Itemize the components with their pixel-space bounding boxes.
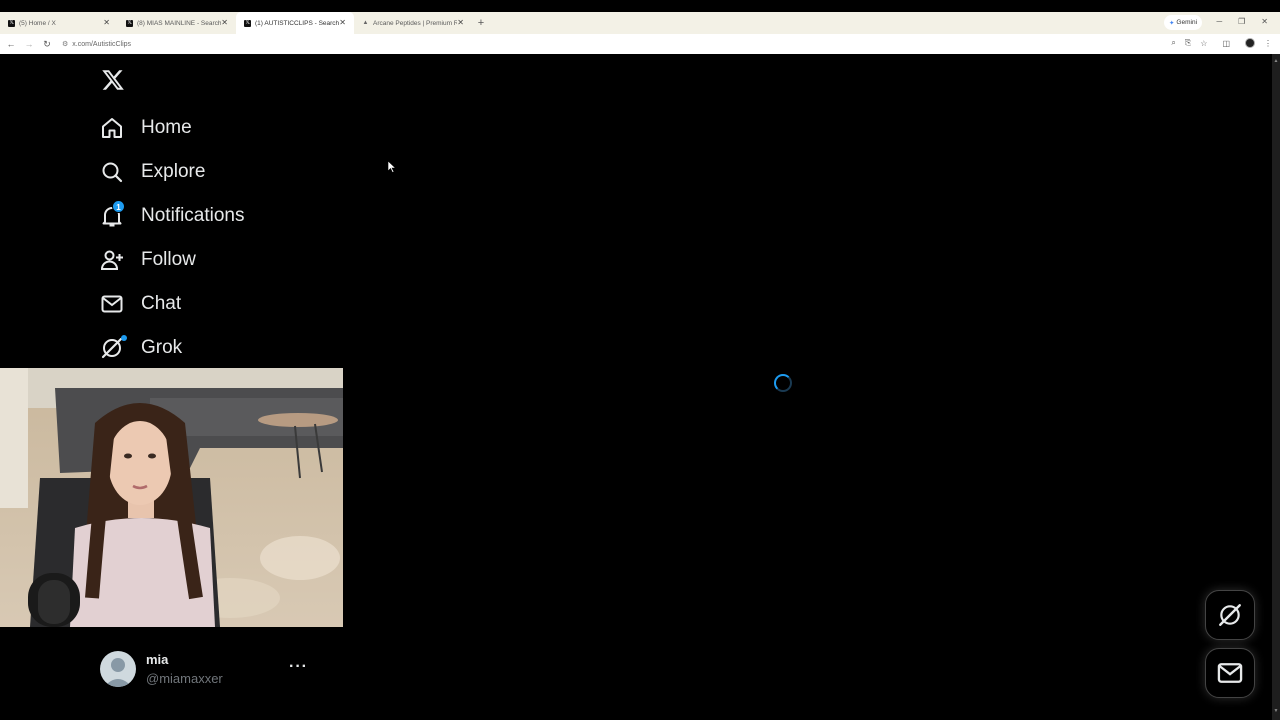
close-icon[interactable]: ✕ bbox=[339, 18, 346, 27]
new-tab-button[interactable]: + bbox=[474, 17, 488, 29]
browser-tab[interactable]: ▲ Arcane Peptides | Premium Res ✕ bbox=[354, 12, 472, 34]
zoom-icon[interactable]: ⌕ bbox=[1171, 38, 1175, 48]
site-info-icon[interactable]: ⚙ bbox=[62, 40, 68, 48]
nav-label: Follow bbox=[141, 249, 196, 270]
nav-grok[interactable]: Grok bbox=[100, 328, 182, 368]
browser-tab[interactable]: 𝕏 (8) MIAS MAINLINE - Search / X ✕ bbox=[118, 12, 236, 34]
window-controls: ─ ❐ ✕ bbox=[1216, 17, 1268, 26]
close-icon[interactable]: ✕ bbox=[221, 18, 228, 27]
nav-label: Home bbox=[141, 117, 192, 138]
close-icon[interactable]: ✕ bbox=[457, 18, 464, 27]
address-bar-row: ← → ↻ ⚙ x.com/AutisticClips ⌕ ⎘ ☆ ◫ ⋮ bbox=[0, 34, 1280, 54]
x-logo-icon: 𝕏 bbox=[8, 19, 15, 27]
person-add-icon bbox=[100, 250, 123, 270]
grok-floating-button[interactable] bbox=[1205, 590, 1255, 640]
avatar[interactable] bbox=[100, 651, 136, 687]
browser-tab[interactable]: 𝕏 (5) Home / X ✕ bbox=[0, 12, 118, 34]
nav-follow[interactable]: Follow bbox=[100, 240, 196, 280]
mouse-cursor-icon bbox=[388, 161, 396, 173]
nav-label: Explore bbox=[141, 161, 206, 182]
gemini-label: Gemini bbox=[1176, 19, 1198, 26]
nav-chat[interactable]: Chat bbox=[100, 284, 181, 324]
arcane-icon: ▲ bbox=[362, 19, 369, 26]
install-icon[interactable]: ⎘ bbox=[1185, 38, 1191, 48]
default-avatar-icon bbox=[104, 658, 132, 687]
account-name[interactable]: mia bbox=[146, 652, 168, 667]
scrollbar[interactable] bbox=[1272, 54, 1280, 720]
browser-tab-strip: 𝕏 (5) Home / X ✕ 𝕏 (8) MIAS MAINLINE - S… bbox=[0, 12, 1280, 34]
account-handle[interactable]: @miamaxxer bbox=[146, 671, 223, 686]
x-logo-icon: 𝕏 bbox=[126, 19, 133, 27]
nav-explore[interactable]: Explore bbox=[100, 152, 205, 192]
mail-icon bbox=[101, 295, 123, 313]
grok-icon bbox=[1219, 604, 1241, 626]
more-options-icon[interactable]: ··· bbox=[289, 658, 308, 676]
webcam-overlay bbox=[0, 368, 343, 627]
tab-title: (1) AUTISTICCLIPS - Search / X bbox=[255, 19, 339, 27]
minimize-button[interactable]: ─ bbox=[1216, 17, 1222, 26]
menu-icon[interactable]: ⋮ bbox=[1264, 39, 1272, 48]
browser-tab-active[interactable]: 𝕏 (1) AUTISTICCLIPS - Search / X ✕ bbox=[236, 12, 354, 34]
scroll-up-arrow[interactable]: ▲ bbox=[1273, 58, 1279, 64]
nav-label: Notifications bbox=[141, 205, 245, 226]
notification-count-badge: 1 bbox=[112, 200, 125, 213]
scroll-down-arrow[interactable]: ▼ bbox=[1273, 708, 1279, 714]
tab-title: (5) Home / X bbox=[19, 19, 56, 27]
nav-label: Grok bbox=[141, 337, 183, 358]
search-icon bbox=[102, 162, 123, 183]
messages-floating-button[interactable] bbox=[1205, 648, 1255, 698]
address-bar-actions: ⌕ ⎘ ☆ ◫ ⋮ bbox=[1171, 38, 1272, 48]
forward-button[interactable]: → bbox=[20, 39, 38, 49]
tab-title: Arcane Peptides | Premium Res bbox=[373, 19, 457, 27]
tab-title: (8) MIAS MAINLINE - Search / X bbox=[137, 19, 221, 27]
restore-button[interactable]: ❐ bbox=[1238, 17, 1245, 26]
profile-avatar-icon[interactable] bbox=[1245, 38, 1255, 48]
grok-icon bbox=[101, 337, 123, 359]
sparkle-icon: ✦ bbox=[1168, 19, 1175, 27]
side-panel-icon[interactable]: ◫ bbox=[1222, 39, 1230, 48]
gemini-button[interactable]: ✦ Gemini bbox=[1164, 15, 1202, 30]
close-window-button[interactable]: ✕ bbox=[1261, 17, 1268, 26]
mail-icon bbox=[1217, 663, 1243, 683]
back-button[interactable]: ← bbox=[2, 39, 20, 49]
grok-unread-dot bbox=[121, 335, 127, 341]
close-icon[interactable]: ✕ bbox=[103, 18, 110, 27]
bookmark-star-icon[interactable]: ☆ bbox=[1200, 39, 1207, 48]
url-field[interactable]: x.com/AutisticClips bbox=[72, 41, 131, 48]
webcam-image bbox=[0, 368, 343, 627]
nav-home[interactable]: Home bbox=[100, 108, 192, 148]
reload-button[interactable]: ↻ bbox=[38, 39, 56, 50]
x-logo-icon[interactable] bbox=[101, 68, 125, 92]
letterbox-top bbox=[0, 0, 1280, 12]
nav-label: Chat bbox=[141, 293, 182, 314]
x-logo-icon: 𝕏 bbox=[244, 19, 251, 27]
loading-spinner bbox=[774, 374, 792, 392]
home-icon bbox=[102, 118, 122, 138]
